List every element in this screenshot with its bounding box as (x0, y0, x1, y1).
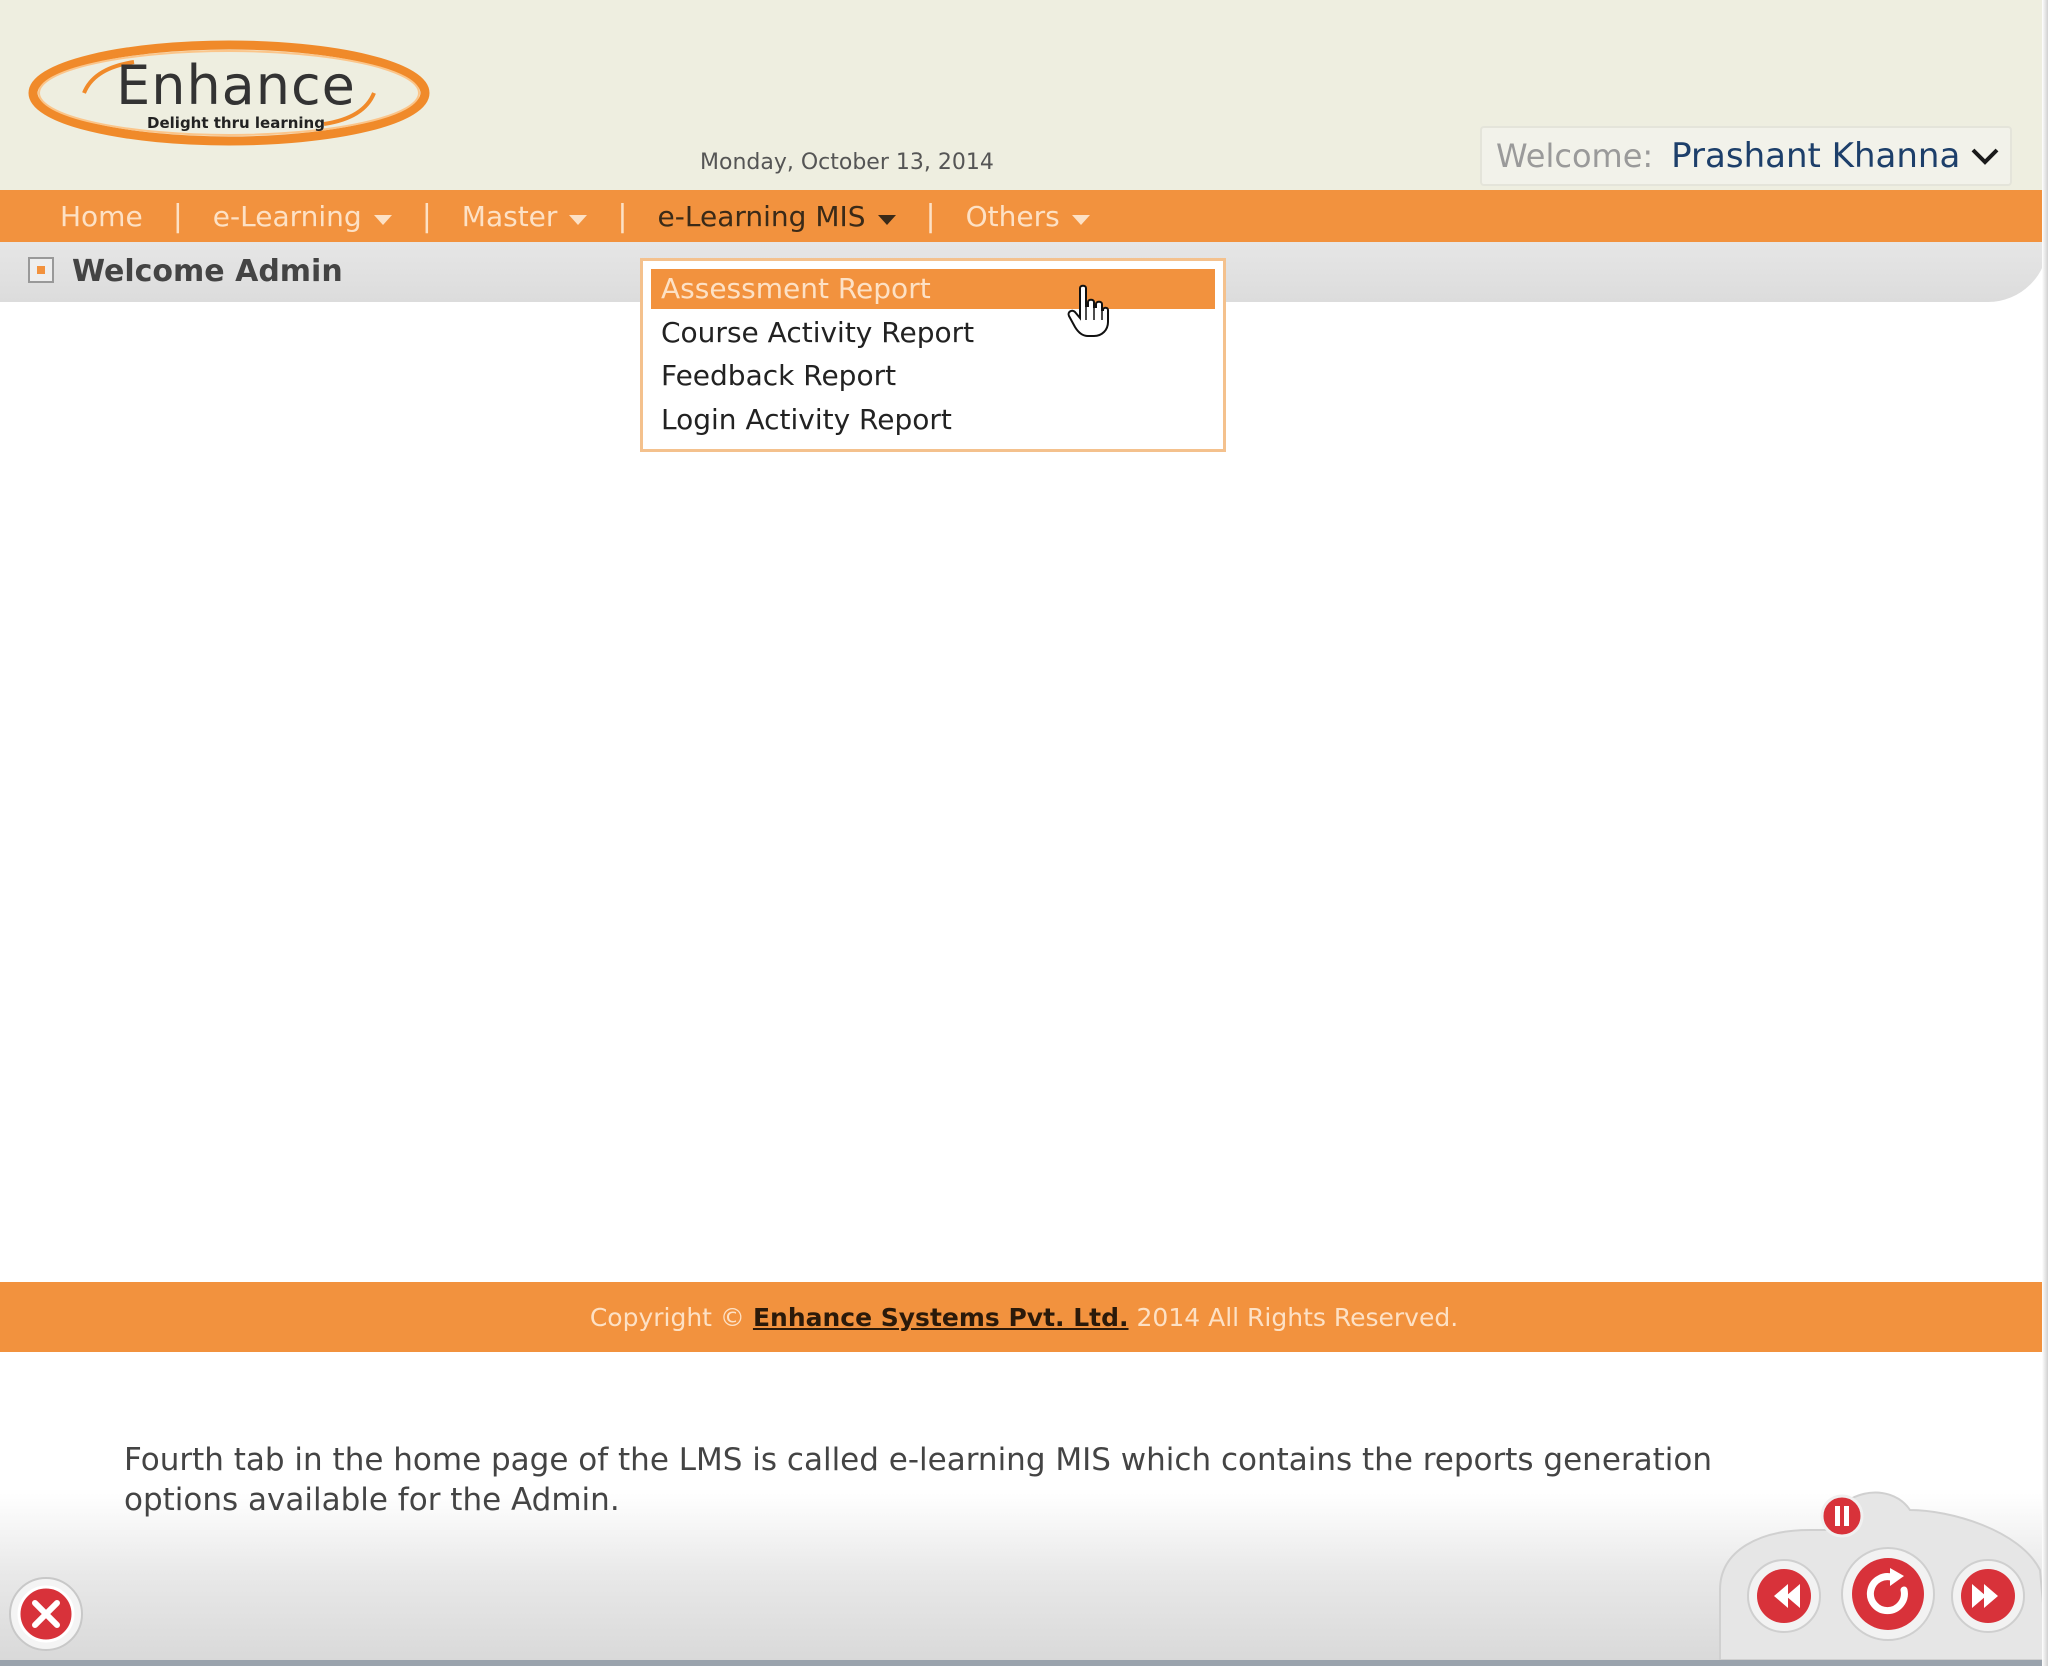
current-date: Monday, October 13, 2014 (700, 150, 994, 175)
close-icon[interactable] (6, 1574, 86, 1654)
nav-master[interactable]: Master (462, 190, 588, 242)
nav-others[interactable]: Others (966, 190, 1090, 242)
page-icon (28, 257, 54, 283)
menu-item-feedback-report[interactable]: Feedback Report (651, 356, 1215, 396)
pause-icon[interactable] (1820, 1494, 1864, 1538)
rewind-icon[interactable] (1744, 1556, 1824, 1636)
nav-e-learning-mis[interactable]: e-Learning MIS (658, 190, 896, 242)
page-title: Welcome Admin (72, 254, 343, 289)
user-name[interactable]: Prashant Khanna (1671, 136, 1960, 176)
logo-tagline: Delight thru learning (147, 114, 325, 132)
copyright-prefix: Copyright © (589, 1302, 745, 1332)
caret-down-icon (1071, 215, 1090, 225)
playback-controls (1700, 1470, 2048, 1660)
nav-separator: | (925, 198, 936, 234)
caret-down-icon (877, 215, 896, 225)
user-menu[interactable]: Welcome: Prashant Khanna (1480, 126, 2012, 186)
nav-home[interactable]: Home (60, 190, 143, 242)
window-right-border (2042, 0, 2048, 1666)
caret-down-icon (569, 215, 588, 225)
copyright-suffix: 2014 All Rights Reserved. (1136, 1302, 1459, 1332)
hand-cursor-icon (1067, 284, 1109, 337)
replay-icon[interactable] (1838, 1544, 1938, 1644)
enhance-logo[interactable]: Enhance Delight thru learning (24, 38, 434, 148)
nav-separator: | (172, 198, 183, 234)
chevron-down-icon[interactable] (1968, 139, 2002, 173)
narration-text: Fourth tab in the home page of the LMS i… (124, 1442, 1713, 1518)
e-learning-mis-dropdown: Assessment Report Course Activity Report… (640, 258, 1226, 452)
window-bottom-border (0, 1660, 2048, 1666)
main-nav: Home | e-Learning | Master | e-Learning … (0, 190, 2048, 242)
logo-wordmark: Enhance (116, 54, 356, 117)
menu-item-course-activity-report[interactable]: Course Activity Report (651, 313, 1215, 353)
company-link[interactable]: Enhance Systems Pvt. Ltd. (753, 1303, 1129, 1332)
menu-item-login-activity-report[interactable]: Login Activity Report (651, 400, 1215, 440)
nav-separator: | (617, 198, 628, 234)
nav-separator: | (421, 198, 432, 234)
welcome-label: Welcome: (1496, 137, 1654, 175)
menu-item-assessment-report[interactable]: Assessment Report (651, 269, 1215, 309)
copyright-bar: Copyright © Enhance Systems Pvt. Ltd. 20… (0, 1282, 2048, 1352)
nav-e-learning[interactable]: e-Learning (213, 190, 392, 242)
forward-icon[interactable] (1948, 1556, 2028, 1636)
caret-down-icon (373, 215, 392, 225)
